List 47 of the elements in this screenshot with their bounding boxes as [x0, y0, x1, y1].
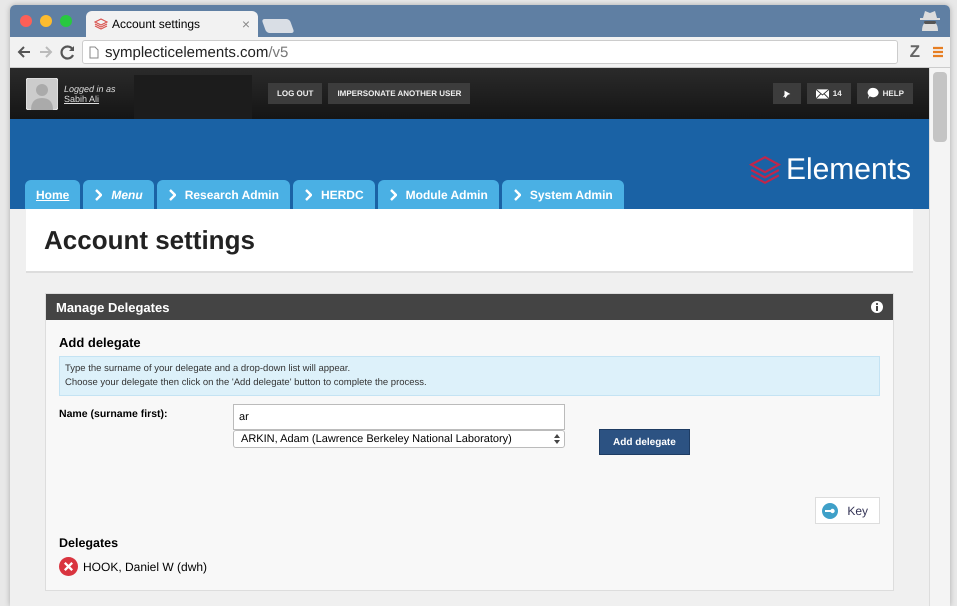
reload-icon[interactable] — [60, 44, 76, 60]
speech-bubble-icon — [866, 87, 879, 100]
messages-button[interactable]: 14 — [806, 83, 851, 104]
zoom-window-button[interactable] — [60, 15, 72, 27]
header-button[interactable]: LOG OUT — [268, 83, 322, 104]
logo-text: Elements — [786, 153, 911, 187]
chevron-icon — [94, 188, 102, 200]
avatar-icon — [26, 78, 58, 110]
info-icon[interactable] — [871, 301, 883, 313]
extension-button[interactable]: Z — [910, 42, 920, 62]
add-delegate-button[interactable]: Add delegate — [599, 429, 690, 455]
key-icon — [822, 502, 838, 518]
browser-tab[interactable]: Account settings × — [86, 11, 258, 37]
logged-in-label: Logged in as — [64, 84, 117, 94]
layers-icon — [94, 18, 108, 30]
menu-icon[interactable] — [932, 46, 944, 58]
chevron-icon — [304, 188, 312, 200]
help-button[interactable]: HELP — [856, 83, 913, 104]
chevron-icon — [388, 188, 397, 200]
forward-icon[interactable] — [38, 44, 54, 60]
back-icon[interactable] — [16, 44, 32, 60]
panel-title: Manage Delegates — [56, 300, 170, 314]
remove-icon[interactable] — [59, 557, 78, 576]
key-button[interactable]: Key — [815, 497, 880, 524]
new-tab-button[interactable] — [261, 19, 295, 33]
minimize-window-button[interactable] — [40, 15, 52, 27]
updown-arrows-icon — [554, 434, 560, 444]
user-name-link[interactable]: Sabih Ali — [64, 94, 128, 104]
pin-button[interactable] — [772, 83, 801, 104]
envelope-icon — [816, 88, 829, 98]
scrollbar-thumb[interactable] — [933, 72, 947, 142]
incognito-icon — [918, 9, 942, 31]
field-label: Name (surname first): — [59, 407, 169, 420]
section-title: Add delegate — [59, 335, 142, 350]
delegates-title: Delegates — [59, 536, 120, 550]
header-button[interactable]: IMPERSONATE ANOTHER USER — [328, 83, 470, 104]
tab-title: Account settings — [112, 17, 200, 31]
page-icon — [89, 46, 99, 58]
chevron-icon — [512, 188, 521, 200]
info-message: Type the surname of your delegate and a drop-down list will appear. Choose your delegate then click on the 'Add delegate' button to complete the process. — [59, 356, 880, 396]
address-bar[interactable]: symplecticelements.com/v5 — [82, 40, 898, 64]
delegate-name: HOOK, Daniel W (dwh) — [83, 560, 208, 574]
delegate-dropdown[interactable]: ARKIN, Adam (Lawrence Berkeley National Laboratory) — [233, 430, 565, 448]
logo-icon — [748, 154, 782, 186]
page-title: Account settings — [44, 224, 255, 256]
chevron-icon — [168, 188, 176, 200]
name-field[interactable]: ar — [233, 404, 565, 430]
